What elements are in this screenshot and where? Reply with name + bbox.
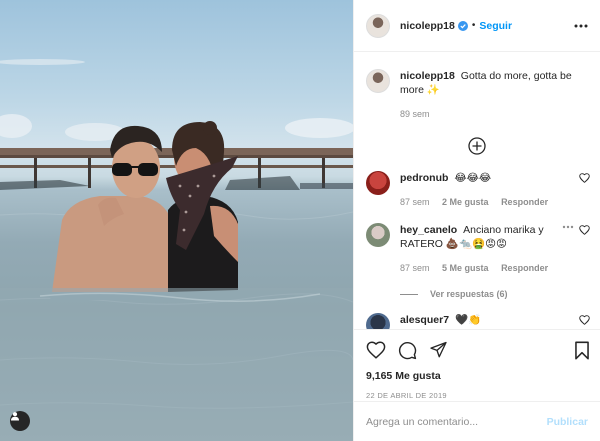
author-avatar[interactable] <box>366 13 390 38</box>
user-tag-icon[interactable] <box>10 411 30 431</box>
post-photo[interactable] <box>0 0 353 441</box>
comment-options-icon[interactable] <box>562 225 574 229</box>
instagram-post-modal: nicolepp18 • Seguir nicolepp18 Gotta do … <box>0 0 600 441</box>
caption-age: 89 sem <box>400 109 430 119</box>
bookmark-glyph <box>575 341 589 359</box>
publish-button[interactable]: Publicar <box>547 416 588 428</box>
more-options-icon[interactable] <box>574 24 588 28</box>
heart-icon[interactable] <box>366 341 386 359</box>
likes-count[interactable]: 9,165 Me gusta <box>366 370 590 382</box>
commenter-avatar[interactable] <box>366 313 390 329</box>
comment-input[interactable] <box>366 415 547 428</box>
post-header: nicolepp18 • Seguir <box>354 0 600 52</box>
comment-likes[interactable]: 5 Me gusta <box>442 263 489 273</box>
comment-text: 😂😂😂 <box>454 172 492 184</box>
load-more-comments-button[interactable] <box>354 137 600 155</box>
follow-button[interactable]: Seguir <box>479 20 512 32</box>
ellipsis-glyph <box>574 24 588 27</box>
comment-item: hey_canelo Anciano marika y RATERO 💩🐀🤮😡😡… <box>354 223 600 275</box>
comment-likes[interactable]: 2 Me gusta <box>442 197 489 207</box>
header-separator: • <box>471 20 476 31</box>
author-username[interactable]: nicolepp18 <box>400 20 455 32</box>
verified-badge-icon <box>457 20 468 31</box>
reply-button[interactable]: Responder <box>501 197 548 207</box>
paper-plane-glyph <box>430 341 447 358</box>
comment-bubble-glyph <box>398 341 417 359</box>
share-icon[interactable] <box>429 341 448 359</box>
comment-text: 🖤👏 <box>454 314 482 326</box>
action-bar <box>366 338 590 362</box>
reply-button[interactable]: Responder <box>501 263 548 273</box>
replies-divider-line <box>400 293 418 295</box>
caption-username[interactable]: nicolepp18 <box>400 70 455 82</box>
person-icon <box>11 412 19 421</box>
post-date: 22 DE ABRIL DE 2019 <box>366 391 447 400</box>
comment-heart-icon[interactable] <box>579 315 590 325</box>
beach-photo-illustration <box>0 59 353 441</box>
comment-heart-icon[interactable] <box>579 225 590 235</box>
commenter-avatar[interactable] <box>366 223 390 247</box>
comment-heart-icon[interactable] <box>579 173 590 183</box>
comment-age: 87 sem <box>400 263 430 273</box>
plus-circle-icon <box>468 137 486 155</box>
bookmark-icon[interactable] <box>574 341 590 360</box>
commenter-avatar[interactable] <box>366 171 390 195</box>
post-caption: nicolepp18 Gotta do more, gotta be more … <box>354 53 600 121</box>
comment-age: 87 sem <box>400 197 430 207</box>
comments-list[interactable]: nicolepp18 Gotta do more, gotta be more … <box>354 53 600 329</box>
view-replies-label: Ver respuestas (6) <box>430 289 508 299</box>
comment-username[interactable]: alesquer7 <box>400 314 449 326</box>
caption-avatar[interactable] <box>366 69 390 93</box>
comment-username[interactable]: hey_canelo <box>400 224 457 236</box>
comment-item: pedronub 😂😂😂 87 sem 2 Me gusta Responder <box>354 171 600 209</box>
heart-glyph <box>366 341 386 359</box>
add-comment-bar: Publicar <box>354 401 600 441</box>
comment-username[interactable]: pedronub <box>400 172 448 184</box>
comment-item: alesquer7 🖤👏 <box>354 313 600 329</box>
post-actions-section: 9,165 Me gusta 22 DE ABRIL DE 2019 <box>354 329 600 400</box>
view-replies-button[interactable]: Ver respuestas (6) <box>354 289 600 299</box>
comment-icon[interactable] <box>398 341 417 360</box>
post-side-panel: nicolepp18 • Seguir nicolepp18 Gotta do … <box>353 0 600 441</box>
